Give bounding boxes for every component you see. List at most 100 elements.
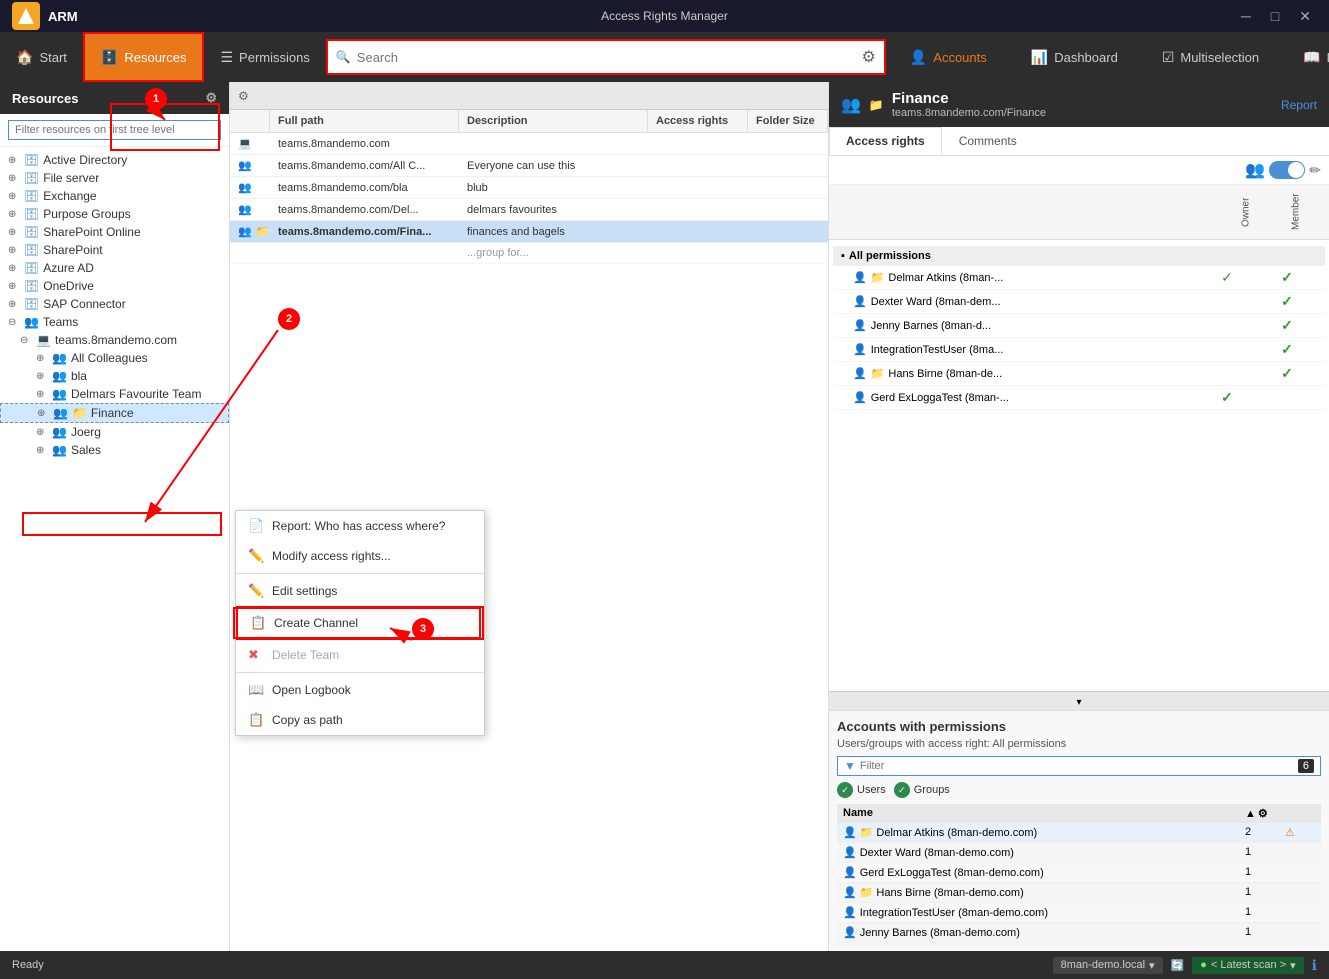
accounts-row-integration[interactable]: 👤 IntegrationTestUser (8man-demo.com) 1: [837, 903, 1321, 923]
context-menu-copy-path[interactable]: 📋 Copy as path: [236, 705, 484, 735]
nav-multiselection[interactable]: ☑ Multiselection: [1146, 32, 1275, 82]
expand-icon[interactable]: ⊖: [20, 335, 32, 346]
minimize-button[interactable]: ─: [1235, 6, 1257, 27]
context-menu-create-channel-label: Create Channel: [274, 616, 358, 630]
ar-row-gerd[interactable]: 👤 Gerd ExLoggaTest (8man-... ✓: [833, 386, 1325, 410]
expand-icon[interactable]: ⊕: [8, 263, 20, 274]
tree-item-bla[interactable]: ⊕ 👥 bla: [0, 367, 229, 385]
expand-icon[interactable]: ⊕: [8, 281, 20, 292]
tab-access-rights[interactable]: Access rights: [829, 127, 942, 155]
row-access: [648, 199, 748, 220]
info-icon[interactable]: ℹ: [1312, 957, 1317, 974]
group-icon: 📁: [860, 886, 874, 899]
nav-logbook[interactable]: 📖 Logbook: [1287, 32, 1329, 82]
edit-icon[interactable]: ✏: [1309, 162, 1321, 179]
expand-icon[interactable]: ⊖: [8, 317, 20, 328]
nav-dashboard[interactable]: 📊 Dashboard: [1015, 32, 1134, 82]
nav-permissions[interactable]: ☰ Permissions: [204, 32, 325, 82]
search-settings-icon[interactable]: ⚙: [862, 47, 876, 67]
expand-icon[interactable]: ⊕: [8, 155, 20, 166]
row-access: [648, 133, 748, 154]
group-view-icon[interactable]: 👥: [1245, 160, 1265, 180]
logbook-icon: 📖: [248, 682, 264, 698]
expand-icon[interactable]: ⊕: [8, 209, 20, 220]
nav-start[interactable]: 🏠 Start: [0, 32, 83, 82]
groups-toggle[interactable]: ✓ Groups: [894, 782, 950, 798]
tree-item-teams-8mandemo[interactable]: ⊖ 💻 teams.8mandemo.com: [0, 331, 229, 349]
expand-icon[interactable]: ⊕: [36, 353, 48, 364]
table-row[interactable]: 👥 teams.8mandemo.com/Del... delmars favo…: [230, 199, 828, 221]
expand-icon[interactable]: ⊕: [8, 299, 20, 310]
tab-comments[interactable]: Comments: [942, 127, 1034, 155]
accounts-row-hans[interactable]: 👤 📁 Hans Birne (8man-demo.com) 1: [837, 883, 1321, 903]
accounts-row-gerd[interactable]: 👤 Gerd ExLoggaTest (8man-demo.com) 1: [837, 863, 1321, 883]
users-toggle[interactable]: ✓ Users: [837, 782, 886, 798]
nav-resources[interactable]: 🗄️ Resources: [83, 32, 205, 82]
panel-gear-icon[interactable]: ⚙: [238, 89, 249, 103]
tree-item-sap-connector[interactable]: ⊕ 🗄 SAP Connector: [0, 295, 229, 313]
expand-icon[interactable]: ⊕: [8, 245, 20, 256]
ar-row-dexter[interactable]: 👤 Dexter Ward (8man-dem... ✓: [833, 290, 1325, 314]
domain-dropdown[interactable]: 8man-demo.local ▾: [1053, 957, 1163, 974]
context-menu-create-channel[interactable]: 📋 Create Channel: [236, 606, 484, 640]
table-row[interactable]: ...group for...: [230, 243, 828, 264]
accounts-row-jenny[interactable]: 👤 Jenny Barnes (8man-demo.com) 1: [837, 923, 1321, 943]
panel-expand-chevron[interactable]: ▾: [829, 691, 1329, 710]
tree-item-sharepoint[interactable]: ⊕ 🗄 SharePoint: [0, 241, 229, 259]
expand-icon[interactable]: ⊕: [36, 445, 48, 456]
expand-icon[interactable]: ⊕: [36, 371, 48, 382]
context-menu-modify[interactable]: ✏️ Modify access rights...: [236, 541, 484, 571]
sort-icon[interactable]: ⚙: [1258, 807, 1268, 820]
tree-item-joerg[interactable]: ⊕ 👥 Joerg: [0, 423, 229, 441]
ar-row-hans[interactable]: 👤 📁 Hans Birne (8man-de... ✓: [833, 362, 1325, 386]
search-input[interactable]: [357, 50, 856, 65]
table-row[interactable]: 👥 teams.8mandemo.com/bla blub: [230, 177, 828, 199]
tree-item-delmars-favourite[interactable]: ⊕ 👥 Delmars Favourite Team: [0, 385, 229, 403]
tree-item-file-server[interactable]: ⊕ 🗄 File server: [0, 169, 229, 187]
accounts-row-dexter[interactable]: 👤 Dexter Ward (8man-demo.com) 1: [837, 843, 1321, 863]
tree-item-teams[interactable]: ⊖ 👥 Teams: [0, 313, 229, 331]
accounts-filter-input[interactable]: [860, 760, 1298, 772]
tree-item-exchange[interactable]: ⊕ 🗄 Exchange: [0, 187, 229, 205]
expand-icon[interactable]: ⊕: [8, 173, 20, 184]
accounts-user-cell: 👤 IntegrationTestUser (8man-demo.com): [843, 906, 1245, 919]
panel-settings-icon[interactable]: ⚙: [205, 90, 217, 106]
resources-title: Resources: [12, 91, 78, 106]
context-menu-report-label: Report: Who has access where?: [272, 519, 445, 533]
context-menu-report[interactable]: 📄 Report: Who has access where?: [236, 511, 484, 541]
expand-icon[interactable]: ⊕: [37, 408, 49, 419]
report-button[interactable]: Report: [1281, 98, 1317, 112]
accounts-row-delmar[interactable]: 👤 📁 Delmar Atkins (8man-demo.com) 2 ⚠: [837, 823, 1321, 843]
context-menu-delete-team[interactable]: ✖ Delete Team: [236, 640, 484, 670]
expand-icon[interactable]: ⊕: [36, 427, 48, 438]
ar-row-delmar[interactable]: 👤 📁 Delmar Atkins (8man-... ✓ ✓: [833, 266, 1325, 290]
tree-item-azure-ad[interactable]: ⊕ 🗄 Azure AD: [0, 259, 229, 277]
nav-accounts[interactable]: 👤 Accounts: [894, 32, 1003, 82]
tree-item-sales[interactable]: ⊕ 👥 Sales: [0, 441, 229, 459]
ar-row-jenny[interactable]: 👤 Jenny Barnes (8man-d... ✓: [833, 314, 1325, 338]
close-button[interactable]: ✕: [1293, 6, 1317, 27]
resources-panel-header: Resources ⚙: [0, 82, 229, 114]
context-menu-open-logbook[interactable]: 📖 Open Logbook: [236, 675, 484, 705]
tree-item-all-colleagues[interactable]: ⊕ 👥 All Colleagues: [0, 349, 229, 367]
table-row[interactable]: 👥 teams.8mandemo.com/All C... Everyone c…: [230, 155, 828, 177]
table-row-selected[interactable]: 👥📁 teams.8mandemo.com/Fina... finances a…: [230, 221, 828, 243]
context-menu-edit-settings[interactable]: ✏️ Edit settings: [236, 576, 484, 606]
tree-item-finance[interactable]: ⊕ 👥 📁 Finance: [0, 403, 229, 423]
ar-row-integration[interactable]: 👤 IntegrationTestUser (8ma... ✓: [833, 338, 1325, 362]
expand-icon[interactable]: ⊕: [8, 191, 20, 202]
tree-item-onedrive[interactable]: ⊕ 🗄 OneDrive: [0, 277, 229, 295]
table-row[interactable]: 💻 teams.8mandemo.com: [230, 133, 828, 155]
expand-icon[interactable]: ⊕: [8, 227, 20, 238]
sap-connector-icon: 🗄: [24, 297, 39, 311]
tree-item-purpose-groups[interactable]: ⊕ 🗄 Purpose Groups: [0, 205, 229, 223]
maximize-button[interactable]: □: [1265, 6, 1285, 27]
tree-item-active-directory[interactable]: ⊕ 🗄 Active Directory: [0, 151, 229, 169]
tree-item-sharepoint-online[interactable]: ⊕ 🗄 SharePoint Online: [0, 223, 229, 241]
ar-section-title[interactable]: ▪ All permissions: [833, 246, 1325, 266]
expand-icon[interactable]: ⊕: [36, 389, 48, 400]
scan-dropdown[interactable]: ● < Latest scan > ▾: [1192, 957, 1303, 974]
tree-filter-input[interactable]: [8, 120, 221, 140]
refresh-icon[interactable]: 🔄: [1171, 959, 1185, 972]
view-toggle[interactable]: [1269, 161, 1305, 179]
